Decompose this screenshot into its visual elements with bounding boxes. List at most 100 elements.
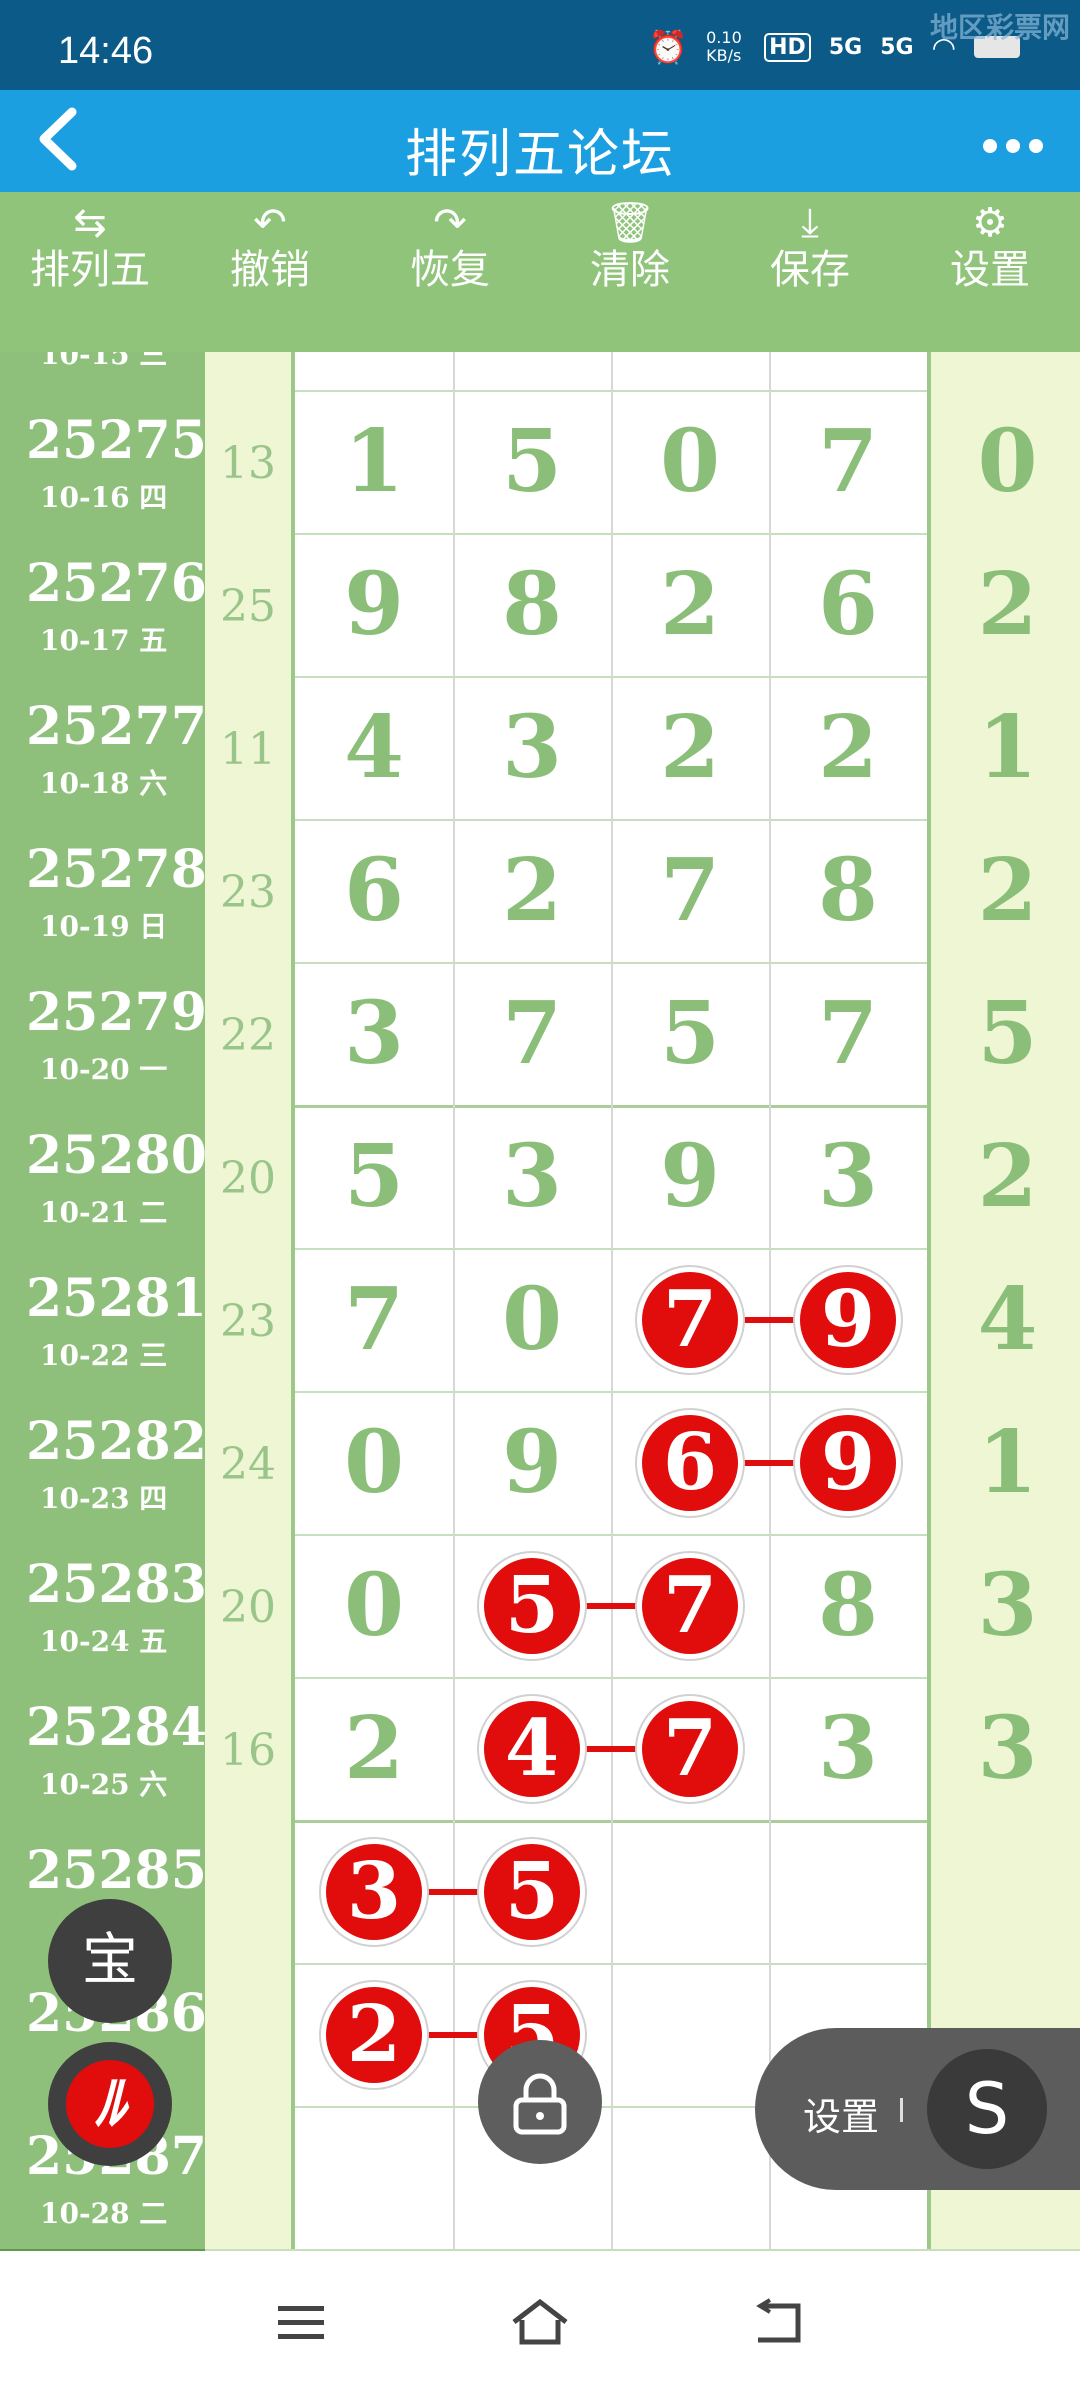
digit-cell[interactable] [611, 1820, 771, 1963]
digit-cell[interactable] [769, 1820, 929, 1963]
tool-save[interactable]: ⤓ 保存 [720, 192, 900, 352]
digit-cell[interactable]: 3 [453, 676, 613, 819]
issue-cell: 25281 10-22 三 [0, 1248, 207, 1393]
more-button[interactable] [982, 108, 1044, 168]
digit-cell[interactable] [611, 2106, 771, 2249]
digit-cell-last[interactable]: 2 [927, 1105, 1080, 1248]
tool-label: 设置 [950, 247, 1030, 293]
floating-settings-panel[interactable]: 设置 S [755, 2028, 1080, 2190]
digit-cell[interactable] [611, 1963, 771, 2106]
draw-date: 10-17 五 [40, 624, 168, 657]
tool-label: 保存 [770, 247, 850, 293]
digit-cell[interactable]: 3 [769, 1105, 929, 1248]
digit-cell[interactable]: 3 [453, 1105, 613, 1248]
net-speed: 0.10 KB/s [706, 28, 742, 65]
draw-date: 10-25 六 [40, 1768, 168, 1801]
tool-lottery-switch[interactable]: ⇆ 排列五 [0, 192, 180, 352]
marked-digit-ball[interactable]: 7 [642, 1271, 738, 1368]
bao-button[interactable]: 宝 [48, 1899, 172, 2023]
marked-digit-ball[interactable]: 9 [800, 1271, 896, 1368]
digit-cell[interactable]: 2 [295, 1677, 455, 1820]
draw-date: 10-23 四 [40, 1482, 168, 1515]
alarm-icon: ⏰ [648, 28, 689, 66]
s-button[interactable]: S [927, 2049, 1047, 2169]
digit-cell[interactable]: 3 [295, 962, 455, 1105]
issue-number: 25285 [26, 1840, 207, 1901]
digit-cell[interactable]: 5 [453, 390, 613, 533]
digit-cell-last[interactable]: 3 [927, 1677, 1080, 1820]
digit-cell[interactable]: 5 [611, 962, 771, 1105]
draw-date: 10-21 二 [40, 1196, 168, 1229]
issue-cell: 25277 10-18 六 [0, 676, 207, 821]
digit-cell[interactable] [295, 352, 455, 390]
marked-digit-ball[interactable]: 5 [484, 1557, 580, 1654]
digit-cell[interactable]: 8 [769, 1534, 929, 1677]
digit-cell-last[interactable]: 1 [927, 676, 1080, 819]
digit-value: 3 [977, 1698, 1038, 1799]
digit-cell-last[interactable]: 3 [927, 1534, 1080, 1677]
digit-cell[interactable]: 0 [295, 1391, 455, 1534]
sum-cell [205, 1963, 295, 2106]
digit-cell[interactable]: 7 [453, 962, 613, 1105]
table-row: 25277 10-18 六 11 4 3 2 2 1 [0, 676, 1080, 821]
digit-cell-last[interactable]: 4 [927, 1248, 1080, 1391]
digit-cell[interactable]: 3 [769, 1677, 929, 1820]
marked-digit-ball[interactable]: 4 [484, 1700, 580, 1797]
digit-cell[interactable]: 6 [769, 533, 929, 676]
digit-cell[interactable] [453, 352, 613, 390]
marked-digit-ball[interactable]: 5 [484, 1843, 580, 1940]
tool-undo[interactable]: ↶ 撤销 [180, 192, 360, 352]
menu-icon[interactable] [276, 2298, 326, 2354]
digit-cell[interactable] [769, 352, 929, 390]
digit-cell[interactable]: 2 [611, 533, 771, 676]
app-shortcut-button[interactable]: ﾙ [48, 2042, 172, 2166]
lock-button[interactable] [478, 2040, 602, 2164]
digit-cell-last[interactable]: 2 [927, 819, 1080, 962]
digit-cell[interactable]: 6 [295, 819, 455, 962]
digit-cell[interactable]: 1 [295, 390, 455, 533]
divider-tick [900, 2098, 903, 2122]
tool-redo[interactable]: ↷ 恢复 [360, 192, 540, 352]
back-icon[interactable] [752, 2298, 804, 2358]
tool-clear[interactable]: 🗑 清除 [540, 192, 720, 352]
digit-cell[interactable]: 7 [295, 1248, 455, 1391]
marked-digit-ball[interactable]: 7 [642, 1700, 738, 1797]
digit-cell[interactable] [611, 352, 771, 390]
digit-cell-last[interactable]: 0 [927, 390, 1080, 533]
digit-cell[interactable]: 9 [295, 533, 455, 676]
digit-cell-last[interactable]: 1 [927, 1391, 1080, 1534]
digit-cell-last[interactable]: 5 [927, 962, 1080, 1105]
digit-cell[interactable]: 8 [769, 819, 929, 962]
undo-icon: ↶ [253, 200, 287, 246]
marked-digit-ball[interactable]: 6 [642, 1414, 738, 1511]
digit-cell[interactable]: 9 [453, 1391, 613, 1534]
marked-digit-ball[interactable]: 9 [800, 1414, 896, 1511]
marked-digit-ball[interactable]: 2 [326, 1986, 422, 2083]
hd-badge: HD [764, 32, 811, 62]
digit-cell[interactable]: 0 [295, 1534, 455, 1677]
digit-cell[interactable]: 7 [769, 962, 929, 1105]
home-icon[interactable] [510, 2298, 570, 2358]
digit-cell-last[interactable] [927, 1820, 1080, 1963]
digit-cell[interactable]: 2 [611, 676, 771, 819]
system-nav-bar [0, 2262, 1080, 2388]
digit-cell[interactable]: 5 [295, 1105, 455, 1248]
marked-digit-ball[interactable]: 3 [326, 1843, 422, 1940]
issue-cell: 25283 10-24 五 [0, 1534, 207, 1679]
marked-digit-ball[interactable]: 7 [642, 1557, 738, 1654]
sum-cell: 11 [205, 676, 295, 819]
digit-cell[interactable]: 2 [453, 819, 613, 962]
digit-cell[interactable]: 0 [611, 390, 771, 533]
digit-cell[interactable]: 8 [453, 533, 613, 676]
digit-cell[interactable]: 2 [769, 676, 929, 819]
digit-cell[interactable]: 7 [611, 819, 771, 962]
digit-cell[interactable]: 4 [295, 676, 455, 819]
issue-number: 25281 [26, 1268, 207, 1329]
digit-cell[interactable]: 9 [611, 1105, 771, 1248]
digit-cell[interactable] [295, 2106, 455, 2249]
digit-cell[interactable]: 0 [453, 1248, 613, 1391]
digit-cell-last[interactable]: 2 [927, 533, 1080, 676]
sum-value: 11 [220, 724, 276, 775]
tool-settings[interactable]: ⚙ 设置 [900, 192, 1080, 352]
digit-cell[interactable]: 7 [769, 390, 929, 533]
